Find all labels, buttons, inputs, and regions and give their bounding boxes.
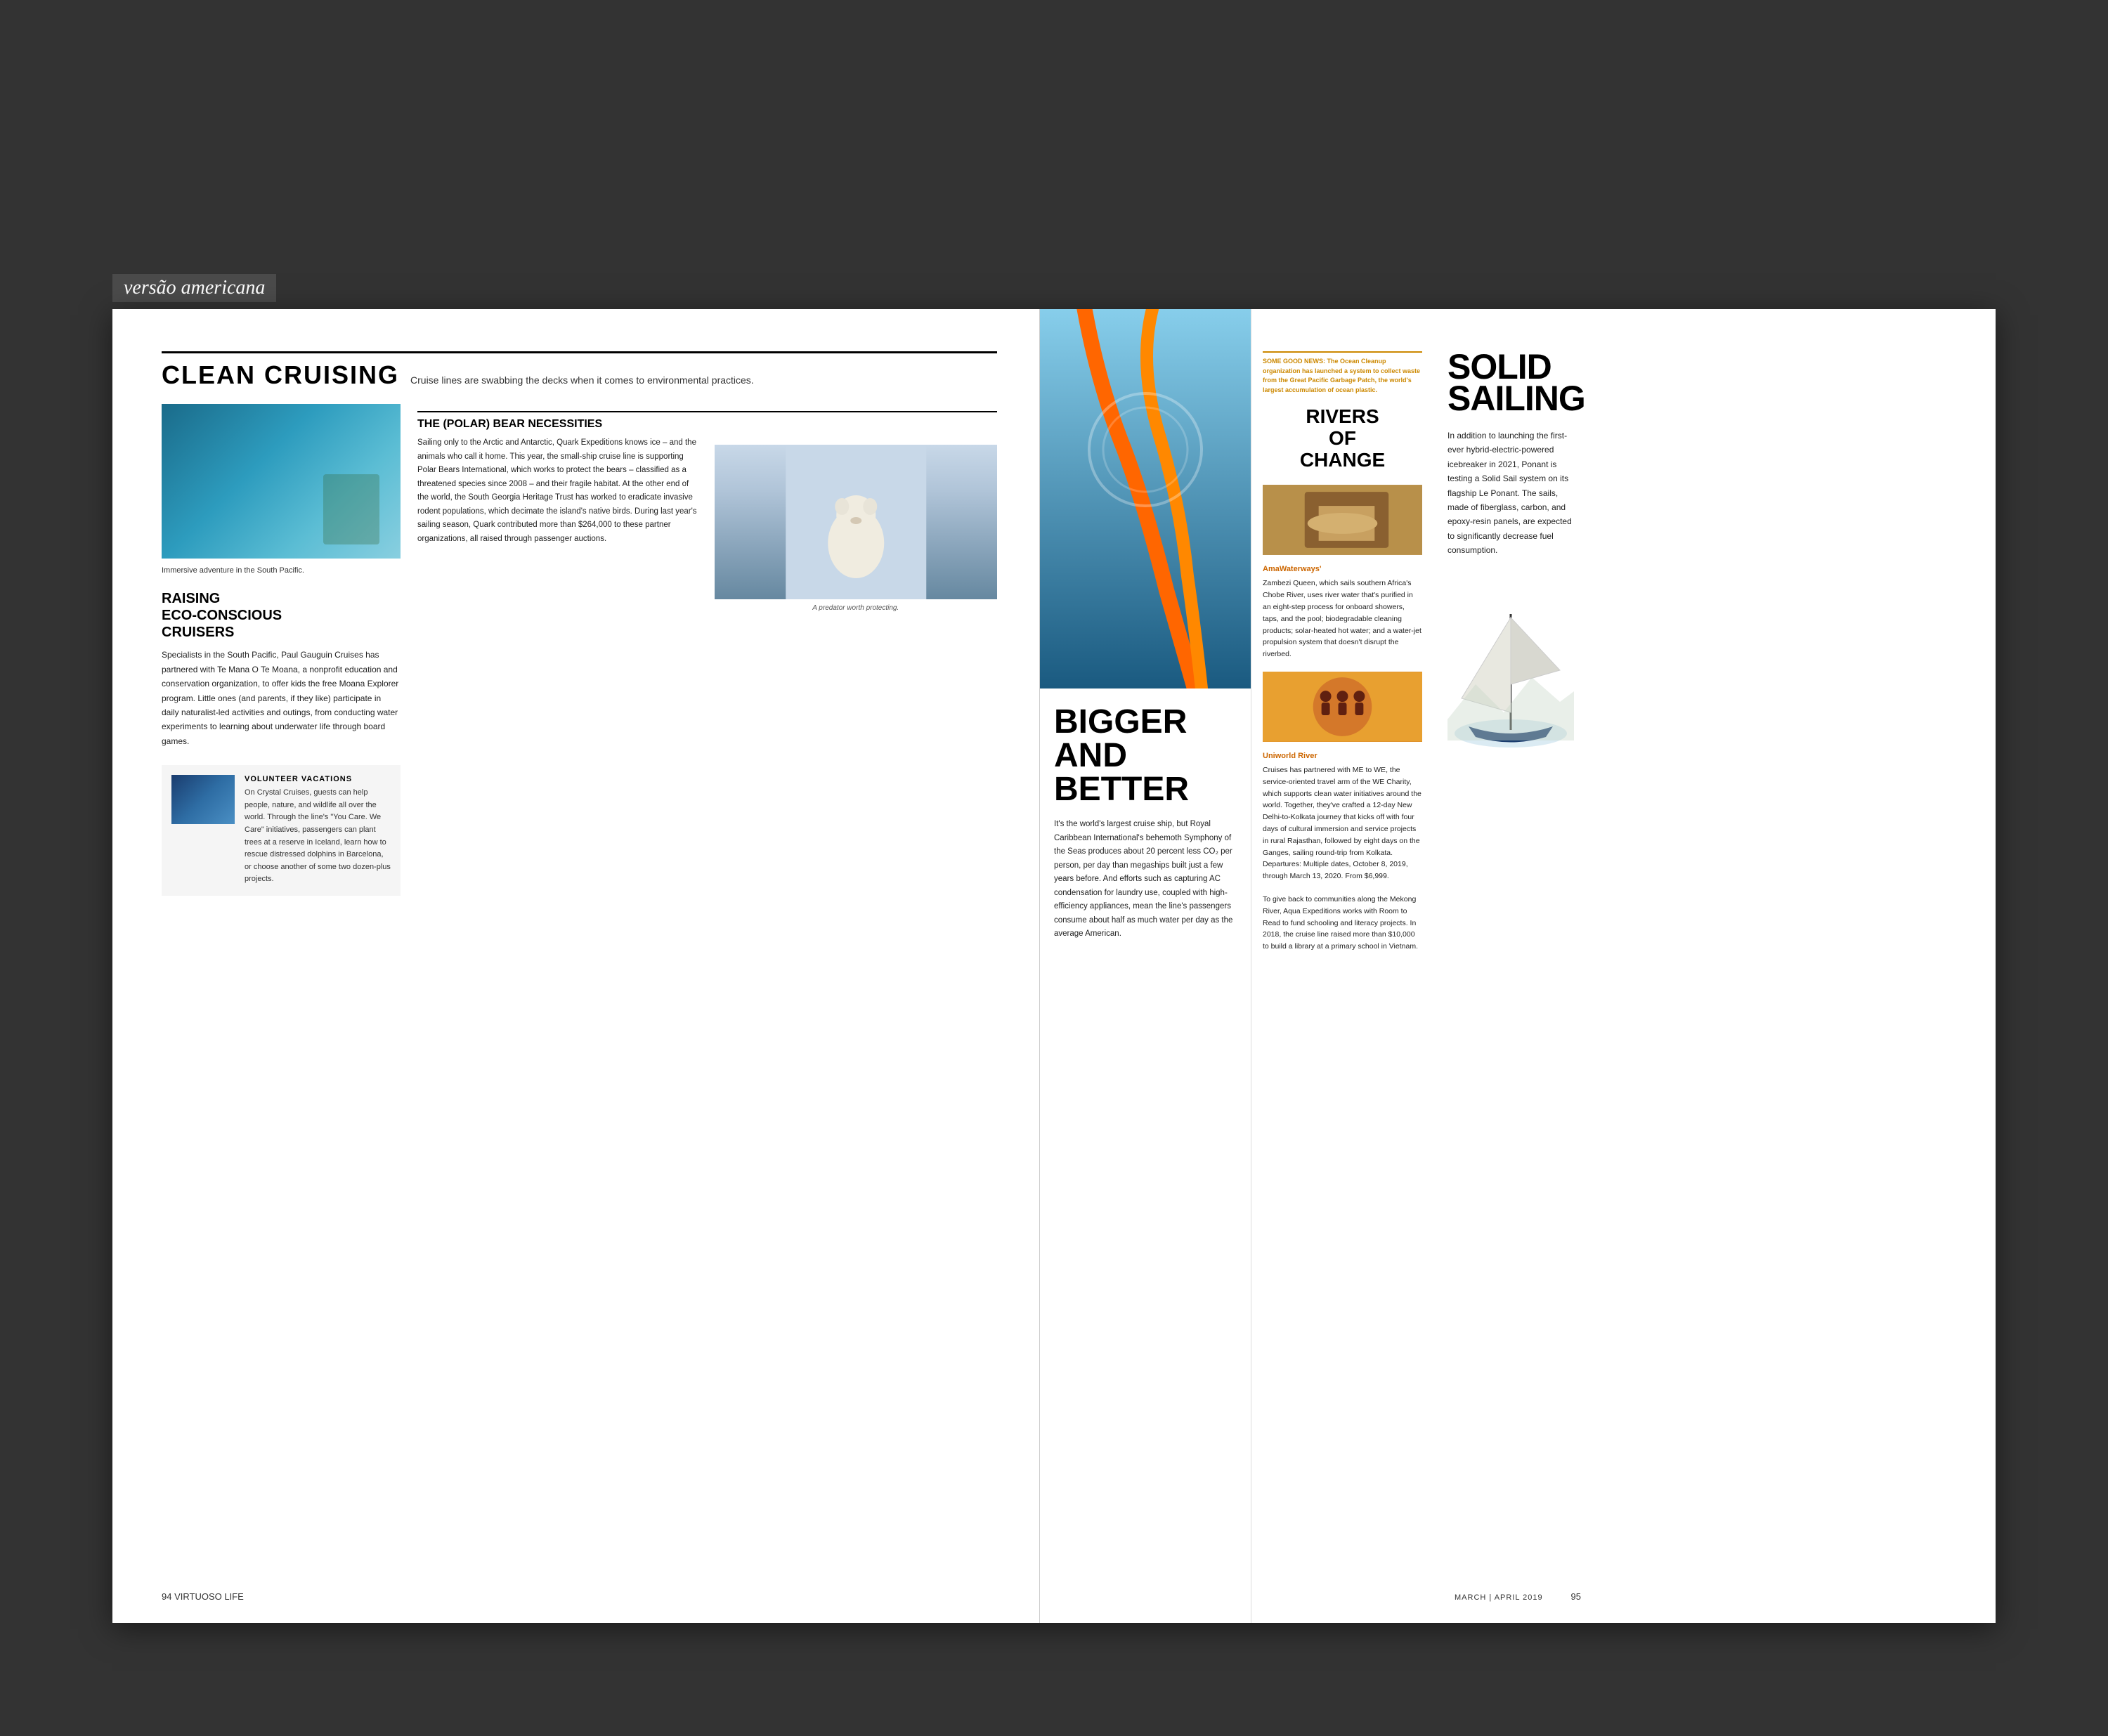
- left-col-main: THE (POLAR) BEAR NECESSITIES Sailing onl…: [417, 404, 997, 910]
- polar-img-caption: A predator worth protecting.: [715, 602, 998, 614]
- immersive-figure: [323, 474, 379, 544]
- left-page: CLEAN CRUISING Cruise lines are swabbing…: [112, 309, 1040, 1623]
- raising-section: RAISINGECO-CONSCIOUSCRUISERS Specialists…: [162, 590, 401, 748]
- page-number-left: 94 VIRTUOSO LIFE: [162, 1591, 244, 1602]
- waterslide-image: [1040, 309, 1251, 688]
- version-label: versão americana: [112, 274, 276, 302]
- sail-svg: [1447, 572, 1574, 769]
- polar-section: THE (POLAR) BEAR NECESSITIES Sailing onl…: [417, 411, 997, 614]
- solid-title: SOLIDSAILING: [1447, 351, 1581, 415]
- sail-illustration: [1447, 572, 1581, 726]
- some-good-news: SOME GOOD NEWS: The Ocean Cleanup organi…: [1263, 351, 1422, 395]
- waterslide-svg: [1040, 309, 1251, 688]
- polar-bear-svg: [715, 445, 998, 599]
- page-header: CLEAN CRUISING Cruise lines are swabbing…: [162, 351, 997, 390]
- left-col-side: Immersive adventure in the South Pacific…: [162, 404, 401, 910]
- header-subtitle: Cruise lines are swabbing the decks when…: [410, 374, 754, 386]
- polar-title: THE (POLAR) BEAR NECESSITIES: [417, 411, 997, 431]
- raising-title: RAISINGECO-CONSCIOUSCRUISERS: [162, 590, 401, 641]
- rivers-col: SOME GOOD NEWS: The Ocean Cleanup organi…: [1251, 309, 1433, 1623]
- bigger-text: It's the world's largest cruise ship, bu…: [1054, 818, 1237, 941]
- rivers-title: RIVERSOFCHANGE: [1263, 406, 1422, 471]
- amawaterways-head: AmaWaterways': [1263, 565, 1422, 573]
- center-col: BIGGERANDBETTER It's the world's largest…: [1040, 309, 1251, 1623]
- solid-col: SOLIDSAILING In addition to launching th…: [1433, 309, 1602, 1623]
- uniworld-head: Uniworld River: [1263, 752, 1422, 760]
- rivers-image-2: [1263, 672, 1422, 742]
- page-number-right: 95: [1571, 1591, 1581, 1602]
- aqua-text: To give back to communities along the Me…: [1263, 894, 1422, 953]
- magazine-spread: CLEAN CRUISING Cruise lines are swabbing…: [112, 309, 1996, 1623]
- header-title: CLEAN CRUISING: [162, 360, 399, 390]
- polar-col-img: A predator worth protecting.: [715, 436, 998, 614]
- uniworld-text: Cruises has partnered with ME to WE, the…: [1263, 764, 1422, 882]
- volunteer-section: VOLUNTEER VACATIONS On Crystal Cruises, …: [162, 765, 401, 896]
- polar-body: Sailing only to the Arctic and Antarctic…: [417, 436, 701, 546]
- right-page: BIGGERANDBETTER It's the world's largest…: [1040, 309, 1996, 1623]
- immersive-caption: Immersive adventure in the South Pacific…: [162, 566, 401, 576]
- outer-background: versão americana CLEAN CRUISING Cruise l…: [0, 0, 2108, 1736]
- bigger-title: BIGGERANDBETTER: [1054, 705, 1237, 807]
- volunteer-content: VOLUNTEER VACATIONS On Crystal Cruises, …: [245, 775, 391, 886]
- zambezi-svg: [1263, 485, 1422, 555]
- amawaterways-text: Zambezi Queen, which sails southern Afri…: [1263, 577, 1422, 660]
- bigger-better-section: BIGGERANDBETTER It's the world's largest…: [1040, 688, 1251, 1623]
- page-date: MARCH | APRIL 2019: [1455, 1593, 1543, 1602]
- rivers-image-1: [1263, 485, 1422, 555]
- solid-text: In addition to launching the first-ever …: [1447, 429, 1581, 558]
- volunteer-image: [171, 775, 235, 824]
- polar-bear-image: [715, 445, 998, 599]
- left-content: Immersive adventure in the South Pacific…: [162, 404, 997, 910]
- volunteer-title: VOLUNTEER VACATIONS: [245, 775, 391, 783]
- volunteer-text: On Crystal Cruises, guests can help peop…: [245, 787, 391, 886]
- uniworld-svg: [1263, 672, 1422, 742]
- raising-text: Specialists in the South Pacific, Paul G…: [162, 648, 401, 748]
- polar-col-text: Sailing only to the Arctic and Antarctic…: [417, 436, 701, 614]
- immersive-image: [162, 404, 401, 559]
- polar-columns: Sailing only to the Arctic and Antarctic…: [417, 436, 997, 614]
